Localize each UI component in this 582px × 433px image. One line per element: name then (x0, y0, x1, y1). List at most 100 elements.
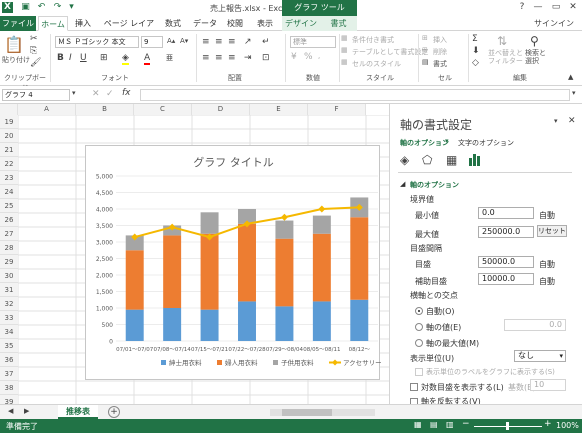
insert-cells-button[interactable]: 挿入 (433, 35, 447, 45)
bar-segment[interactable] (275, 306, 294, 341)
percent-icon[interactable]: % (304, 52, 313, 62)
bold-icon[interactable]: B (57, 53, 64, 63)
merge-center-icon[interactable]: ⊡ (262, 53, 270, 63)
name-box[interactable]: グラフ 4 (2, 89, 70, 101)
new-sheet-icon[interactable]: + (108, 406, 120, 418)
cross-value-input[interactable]: 0.0 (504, 319, 566, 331)
bar-segment[interactable] (200, 212, 219, 234)
table-format-icon[interactable]: ▦ (341, 46, 348, 54)
tab-design[interactable]: デザイン (282, 16, 320, 31)
row-header[interactable]: 19 (0, 115, 18, 129)
row-header[interactable]: 36 (0, 353, 18, 367)
shrink-font-icon[interactable]: A▾ (180, 37, 188, 45)
row-header[interactable]: 38 (0, 381, 18, 395)
log-scale-label[interactable]: 対数目盛を表示する(L) (421, 382, 504, 393)
enter-icon[interactable]: ✓ (106, 89, 114, 99)
italic-icon[interactable]: I (69, 53, 72, 63)
tab-page-layout[interactable]: ページ レイアウト (100, 16, 158, 43)
page-layout-view-icon[interactable]: ▤ (430, 420, 438, 429)
undo-icon[interactable]: ↶ (36, 2, 47, 13)
comma-icon[interactable]: , (318, 52, 320, 60)
table-format-button[interactable]: テーブルとして書式設定 (352, 47, 428, 57)
clear-icon[interactable]: ◇ (472, 58, 479, 68)
conditional-format-button[interactable]: 条件付き書式 (352, 35, 394, 45)
formula-input[interactable] (140, 89, 570, 101)
align-top-icon[interactable]: ≡ (202, 37, 210, 47)
bar-segment[interactable] (312, 233, 331, 302)
paste-button[interactable]: 貼り付け (2, 55, 30, 65)
tab-text-options[interactable]: 文字のオプション (458, 138, 514, 148)
format-cells-icon[interactable]: ▤ (422, 58, 429, 66)
align-middle-icon[interactable]: ≡ (215, 37, 223, 47)
fill-line-icon[interactable]: ◈ (400, 153, 409, 167)
font-size-select[interactable]: 9 (141, 36, 163, 48)
format-cells-button[interactable]: 書式 (433, 59, 447, 69)
minor-input[interactable]: 10000.0 (478, 273, 534, 285)
cross-auto-label[interactable]: 自動(O) (426, 306, 455, 317)
row-header[interactable]: 32 (0, 297, 18, 311)
axis-options-icon[interactable] (468, 152, 482, 168)
tab-format[interactable]: 書式 (320, 16, 357, 31)
delete-cells-button[interactable]: 削除 (433, 47, 447, 57)
size-properties-icon[interactable]: ▦ (446, 153, 457, 167)
max-input[interactable]: 250000.0 (478, 226, 534, 238)
column-header[interactable]: D (192, 104, 250, 115)
bar-segment[interactable] (312, 301, 331, 341)
indent-icon[interactable]: ⇥ (244, 53, 252, 63)
zoom-level[interactable]: 100% (556, 421, 579, 430)
row-header[interactable]: 35 (0, 339, 18, 353)
row-header[interactable]: 30 (0, 269, 18, 283)
bar-segment[interactable] (350, 217, 369, 300)
column-header[interactable]: C (134, 104, 192, 115)
legend-entry[interactable]: アクセサリー (343, 359, 381, 367)
legend-entry[interactable]: 婦人用衣料 (225, 358, 258, 367)
bar-segment[interactable] (163, 235, 182, 308)
tab-view[interactable]: 表示 (254, 16, 276, 31)
orientation-icon[interactable]: ↗ (244, 37, 252, 47)
normal-view-icon[interactable]: ▦ (414, 420, 422, 429)
column-header[interactable]: F (308, 104, 366, 115)
currency-icon[interactable]: ¥ (291, 52, 297, 62)
select-all-corner[interactable] (0, 104, 18, 115)
row-header[interactable]: 22 (0, 157, 18, 171)
sort-filter-button[interactable]: 並べ替えと フィルター (488, 49, 523, 65)
show-units-label-checkbox[interactable] (415, 368, 423, 376)
bar-segment[interactable] (125, 309, 144, 341)
section-axis-options[interactable]: 軸のオプション (410, 180, 459, 190)
row-header[interactable]: 21 (0, 143, 18, 157)
number-format-select[interactable]: 標準 (290, 36, 336, 48)
conditional-format-icon[interactable]: ▦ (341, 34, 348, 42)
column-header[interactable]: E (250, 104, 308, 115)
save-icon[interactable]: ▣ (20, 2, 31, 13)
column-header[interactable]: A (18, 104, 76, 115)
max-reset-button[interactable]: リセット (537, 225, 567, 237)
min-input[interactable]: 0.0 (478, 207, 534, 219)
font-name-select[interactable]: ＭＳ Ｐゴシック 本文 (55, 36, 139, 48)
sort-filter-icon[interactable]: ⇅ (497, 34, 507, 48)
cell-styles-button[interactable]: セルのスタイル (352, 59, 401, 69)
tab-insert[interactable]: 挿入 (72, 16, 94, 31)
bar-segment[interactable] (238, 301, 256, 341)
insert-function-icon[interactable]: fx (122, 88, 131, 98)
qat-customize-icon[interactable]: ▾ (66, 2, 77, 13)
autosum-icon[interactable]: Σ (472, 34, 478, 44)
axis-options-dropdown-icon[interactable]: ▾ (445, 137, 449, 145)
align-right-icon[interactable]: ≡ (228, 53, 236, 63)
major-input[interactable]: 50000.0 (478, 256, 534, 268)
tab-review[interactable]: 校閲 (224, 16, 246, 31)
wrap-text-icon[interactable]: ↵ (262, 37, 270, 47)
row-header[interactable]: 23 (0, 171, 18, 185)
pane-close-icon[interactable]: ✕ (568, 116, 576, 126)
format-painter-icon[interactable]: 🖌 (30, 58, 41, 68)
display-units-select[interactable]: なし ▾ (514, 350, 566, 362)
bar-segment[interactable] (275, 238, 294, 307)
fill-icon[interactable]: ⬇ (472, 46, 480, 56)
delete-cells-icon[interactable]: ⊟ (422, 46, 428, 54)
row-header[interactable]: 24 (0, 185, 18, 199)
bar-segment[interactable] (238, 223, 256, 302)
bar-segment[interactable] (200, 309, 219, 341)
cut-icon[interactable]: ✂ (30, 34, 38, 44)
zoom-in-icon[interactable]: + (544, 419, 552, 429)
copy-icon[interactable]: ⎘ (30, 46, 37, 56)
show-units-label-text[interactable]: 表示単位のラベルをグラフに表示する(S) (426, 367, 555, 377)
